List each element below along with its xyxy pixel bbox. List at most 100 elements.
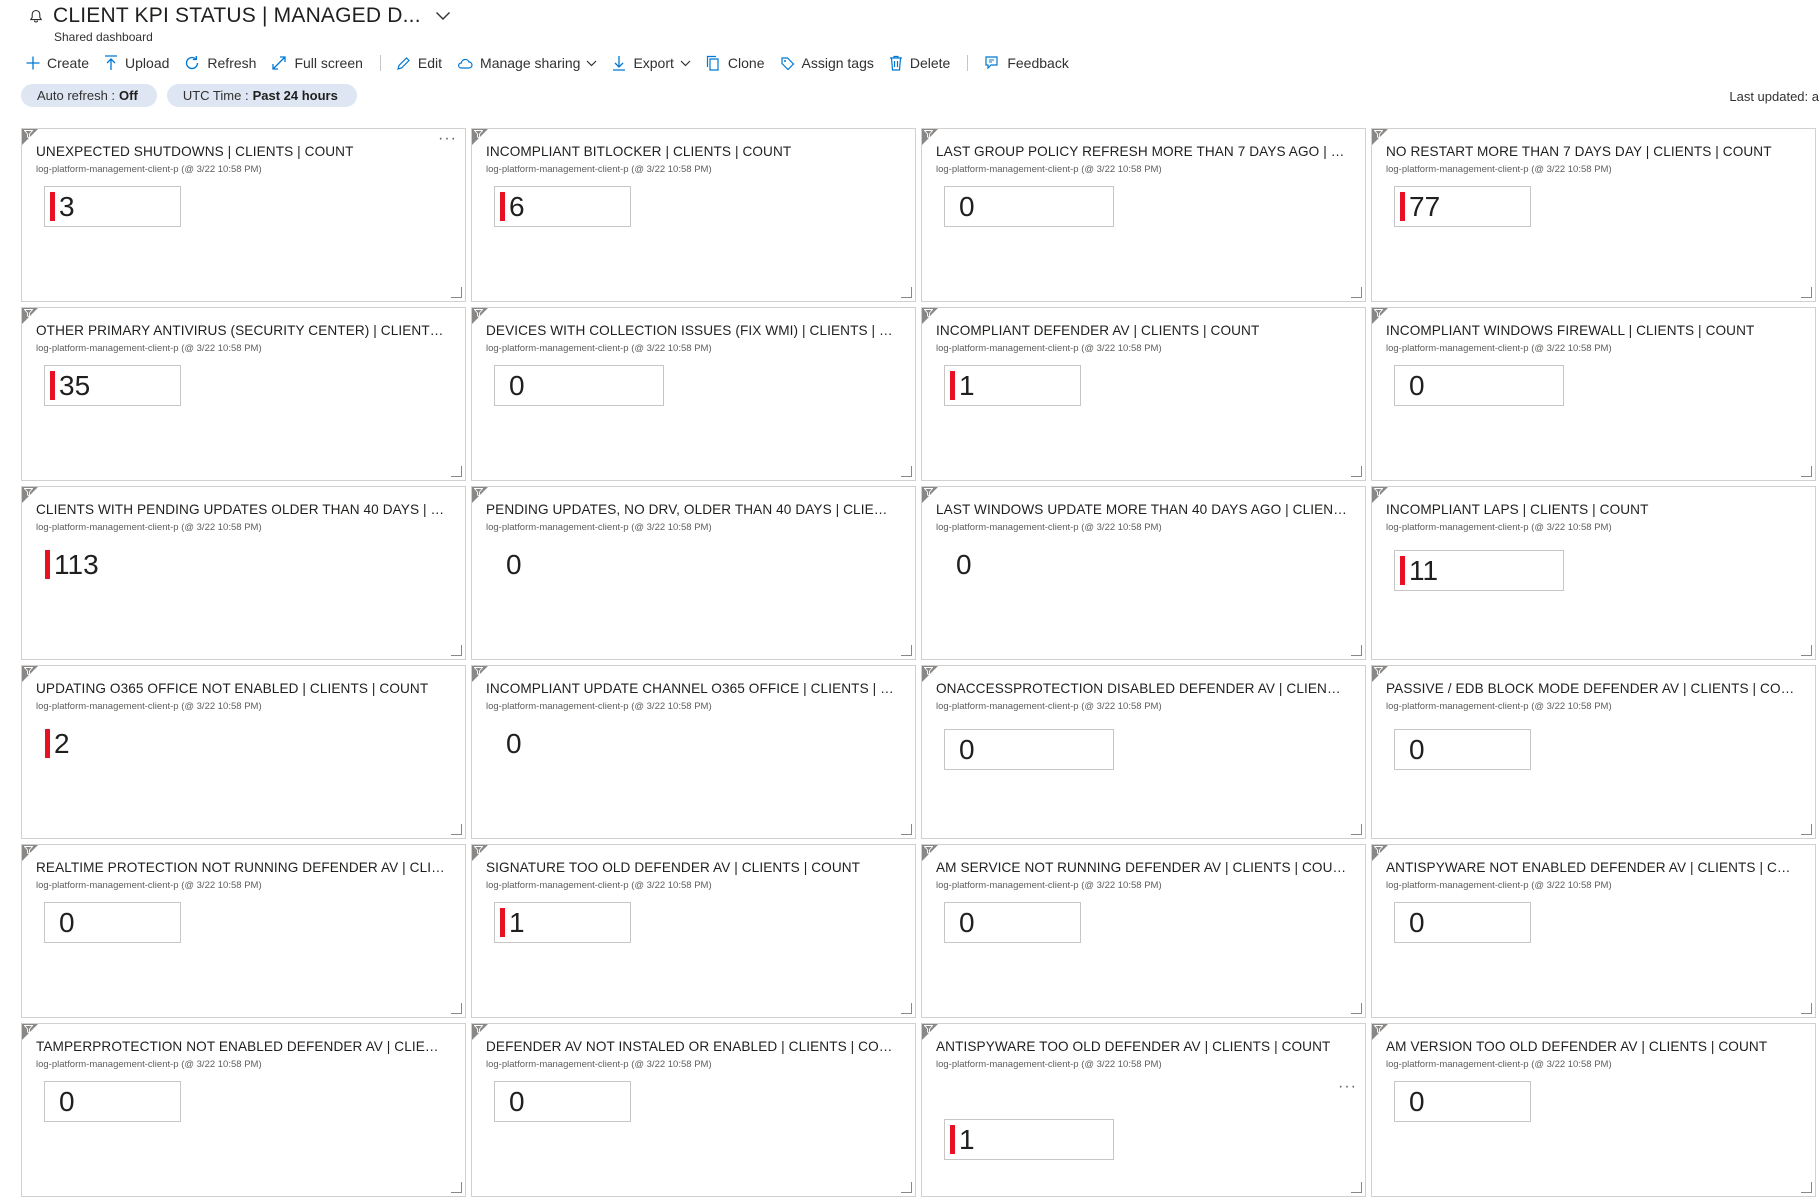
resize-handle-icon[interactable] [1801, 1003, 1812, 1014]
kpi-tile[interactable]: INCOMPLIANT DEFENDER AV | CLIENTS | COUN… [921, 307, 1366, 481]
kpi-tile[interactable]: PASSIVE / EDB BLOCK MODE DEFENDER AV | C… [1371, 665, 1816, 839]
upload-button[interactable]: Upload [104, 55, 169, 71]
resize-handle-icon[interactable] [901, 1003, 912, 1014]
kpi-value-box: 6 [494, 186, 631, 227]
fullscreen-button[interactable]: Full screen [271, 55, 363, 71]
cloud-share-icon [458, 58, 473, 69]
kpi-tile[interactable]: DEVICES WITH COLLECTION ISSUES (FIX WMI)… [471, 307, 916, 481]
alert-bar [500, 908, 505, 937]
kpi-value-box: 0 [944, 902, 1081, 943]
refresh-button[interactable]: Refresh [184, 55, 256, 71]
kpi-tile[interactable]: OTHER PRIMARY ANTIVIRUS (SECURITY CENTER… [21, 307, 466, 481]
resize-handle-icon[interactable] [901, 466, 912, 477]
kpi-value: 113 [54, 548, 99, 580]
kpi-tile[interactable]: INCOMPLIANT BITLOCKER | CLIENTS | COUNT … [471, 128, 916, 302]
tile-title: INCOMPLIANT UPDATE CHANNEL O365 OFFICE |… [486, 681, 897, 696]
resize-handle-icon[interactable] [901, 824, 912, 835]
toolbar-divider [967, 55, 969, 71]
kpi-tile[interactable]: CLIENTS WITH PENDING UPDATES OLDER THAN … [21, 486, 466, 660]
feedback-button[interactable]: Feedback [983, 55, 1069, 71]
resize-handle-icon[interactable] [451, 645, 462, 656]
resize-handle-icon[interactable] [1351, 287, 1362, 298]
edit-button[interactable]: Edit [396, 55, 442, 71]
resize-handle-icon[interactable] [901, 645, 912, 656]
create-button[interactable]: Create [26, 55, 89, 71]
utc-time-pill[interactable]: UTC Time : Past 24 hours [166, 84, 357, 107]
resize-handle-icon[interactable] [1351, 1182, 1362, 1193]
resize-handle-icon[interactable] [1351, 1003, 1362, 1014]
resize-handle-icon[interactable] [451, 466, 462, 477]
resize-handle-icon[interactable] [451, 824, 462, 835]
kpi-value-box: 0 [494, 1081, 631, 1122]
tile-title: INCOMPLIANT BITLOCKER | CLIENTS | COUNT [486, 144, 792, 159]
kpi-tile[interactable]: ANTISPYWARE NOT ENABLED DEFENDER AV | CL… [1371, 844, 1816, 1018]
tile-title: ANTISPYWARE TOO OLD DEFENDER AV | CLIENT… [936, 1039, 1331, 1054]
tile-title: CLIENTS WITH PENDING UPDATES OLDER THAN … [36, 502, 447, 517]
fullscreen-label: Full screen [294, 55, 363, 71]
tile-title: AM VERSION TOO OLD DEFENDER AV | CLIENTS… [1386, 1039, 1768, 1054]
resize-handle-icon[interactable] [451, 1182, 462, 1193]
resize-handle-icon[interactable] [451, 287, 462, 298]
resize-handle-icon[interactable] [901, 287, 912, 298]
auto-refresh-value: Off [119, 88, 138, 103]
resize-handle-icon[interactable] [1801, 645, 1812, 656]
assign-tags-button[interactable]: Assign tags [780, 55, 874, 71]
command-bar: Create Upload Refresh Full screen Edit M… [26, 50, 1084, 76]
kpi-tile[interactable]: PENDING UPDATES, NO DRV, OLDER THAN 40 D… [471, 486, 916, 660]
kpi-tile[interactable]: AM VERSION TOO OLD DEFENDER AV | CLIENTS… [1371, 1023, 1816, 1197]
resize-handle-icon[interactable] [1351, 645, 1362, 656]
alert-bar [1400, 556, 1405, 585]
resize-handle-icon[interactable] [1801, 1182, 1812, 1193]
tile-title: UNEXPECTED SHUTDOWNS | CLIENTS | COUNT [36, 144, 354, 159]
export-button[interactable]: Export [612, 55, 691, 71]
kpi-tile[interactable]: INCOMPLIANT LAPS | CLIENTS | COUNT log-p… [1371, 486, 1816, 660]
kpi-tile[interactable]: SIGNATURE TOO OLD DEFENDER AV | CLIENTS … [471, 844, 916, 1018]
kpi-tile[interactable]: REALTIME PROTECTION NOT RUNNING DEFENDER… [21, 844, 466, 1018]
kpi-tile[interactable]: DEFENDER AV NOT INSTALED OR ENABLED | CL… [471, 1023, 916, 1197]
kpi-tile[interactable]: INCOMPLIANT WINDOWS FIREWALL | CLIENTS |… [1371, 307, 1816, 481]
kpi-value-box: 0 [944, 729, 1114, 770]
kpi-value: 11 [1409, 554, 1439, 586]
kpi-tile[interactable]: NO RESTART MORE THAN 7 DAYS DAY | CLIENT… [1371, 128, 1816, 302]
toolbar-divider [379, 55, 381, 71]
filter-icon [1374, 667, 1383, 676]
more-options-icon[interactable]: ··· [438, 130, 457, 148]
kpi-value-box: 35 [44, 365, 181, 406]
kpi-tile[interactable]: UPDATING O365 OFFICE NOT ENABLED | CLIEN… [21, 665, 466, 839]
resize-handle-icon[interactable] [1801, 824, 1812, 835]
kpi-tile[interactable]: UNEXPECTED SHUTDOWNS | CLIENTS | COUNT l… [21, 128, 466, 302]
resize-handle-icon[interactable] [1801, 287, 1812, 298]
resize-handle-icon[interactable] [901, 1182, 912, 1193]
tile-source: log-platform-management-client-p (@ 3/22… [486, 880, 712, 891]
tile-source: log-platform-management-client-p (@ 3/22… [936, 522, 1162, 533]
kpi-tile[interactable]: TAMPERPROTECTION NOT ENABLED DEFENDER AV… [21, 1023, 466, 1197]
resize-handle-icon[interactable] [1351, 824, 1362, 835]
resize-handle-icon[interactable] [1801, 466, 1812, 477]
manage-sharing-button[interactable]: Manage sharing [457, 55, 597, 71]
tile-source: log-platform-management-client-p (@ 3/22… [486, 522, 712, 533]
kpi-value: 0 [956, 548, 972, 580]
plus-icon [26, 56, 40, 70]
kpi-value-box: 0 [944, 544, 1081, 585]
title-row: CLIENT KPI STATUS | MANAGED D... [28, 4, 451, 28]
tile-source: log-platform-management-client-p (@ 3/22… [1386, 164, 1612, 175]
kpi-tile[interactable]: INCOMPLIANT UPDATE CHANNEL O365 OFFICE |… [471, 665, 916, 839]
kpi-tile[interactable]: LAST WINDOWS UPDATE MORE THAN 40 DAYS AG… [921, 486, 1366, 660]
resize-handle-icon[interactable] [451, 1003, 462, 1014]
kpi-tile[interactable]: ONACCESSPROTECTION DISABLED DEFENDER AV … [921, 665, 1366, 839]
resize-handle-icon[interactable] [1351, 466, 1362, 477]
clone-button[interactable]: Clone [706, 55, 765, 71]
filter-icon [1374, 130, 1383, 139]
tile-title: INCOMPLIANT DEFENDER AV | CLIENTS | COUN… [936, 323, 1260, 338]
tile-source: log-platform-management-client-p (@ 3/22… [936, 880, 1162, 891]
more-options-icon[interactable]: ··· [1338, 1078, 1357, 1096]
kpi-tile[interactable]: AM SERVICE NOT RUNNING DEFENDER AV | CLI… [921, 844, 1366, 1018]
kpi-tile[interactable]: LAST GROUP POLICY REFRESH MORE THAN 7 DA… [921, 128, 1366, 302]
kpi-value: 0 [1409, 733, 1425, 765]
kpi-value: 0 [506, 548, 522, 580]
kpi-value-box: 1 [494, 902, 631, 943]
auto-refresh-pill[interactable]: Auto refresh : Off [21, 84, 157, 107]
chevron-down-icon[interactable] [435, 11, 451, 21]
kpi-tile[interactable]: ANTISPYWARE TOO OLD DEFENDER AV | CLIENT… [921, 1023, 1366, 1197]
delete-button[interactable]: Delete [889, 55, 950, 71]
